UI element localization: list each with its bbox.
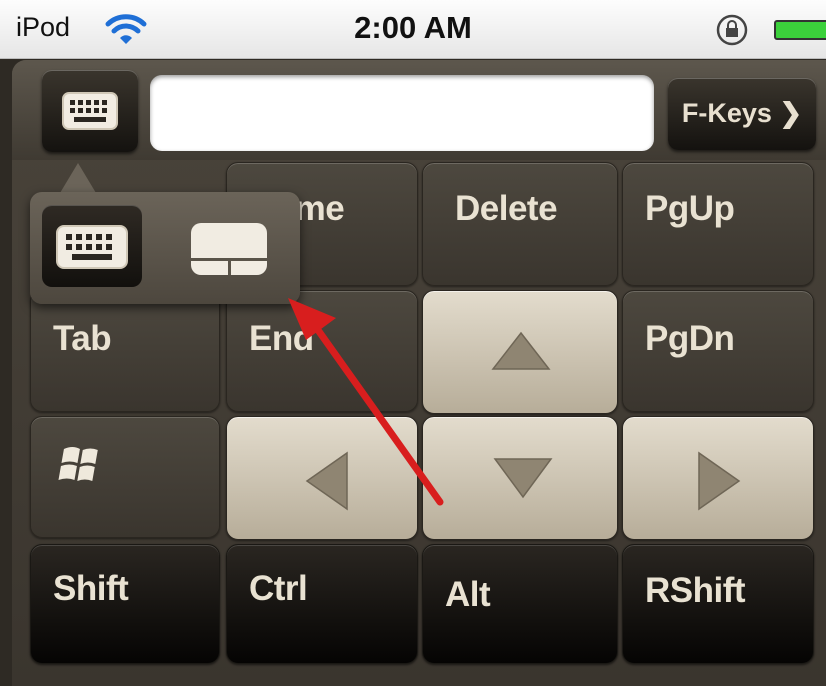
- status-bar: iPod 2:00 AM: [0, 0, 826, 59]
- pgdn-key-label: PgDn: [645, 319, 735, 358]
- keyboard-icon: [62, 92, 118, 130]
- fkeys-label: F-Keys ❯: [681, 98, 803, 128]
- down-arrow-key[interactable]: [422, 416, 618, 540]
- left-arrow-key[interactable]: [226, 416, 418, 540]
- rshift-key[interactable]: RShift: [622, 544, 814, 664]
- pgup-key-label: PgUp: [645, 189, 735, 228]
- end-key-label: End: [249, 319, 314, 358]
- keyboard-mode-button[interactable]: [42, 205, 142, 287]
- arrow-up-icon: [491, 331, 551, 370]
- battery-icon: [774, 20, 826, 40]
- keyboard-icon: [56, 225, 128, 269]
- ctrl-key-label: Ctrl: [249, 569, 308, 608]
- ctrl-key[interactable]: Ctrl: [226, 544, 418, 664]
- delete-key-label: Delete: [455, 189, 558, 228]
- tab-key-label: Tab: [53, 319, 112, 358]
- right-arrow-key[interactable]: [622, 416, 814, 540]
- alt-key-label: Alt: [445, 575, 491, 614]
- windows-logo-icon: [58, 447, 98, 481]
- up-arrow-key[interactable]: [422, 290, 618, 414]
- tab-key[interactable]: Tab: [30, 290, 220, 412]
- fkeys-button[interactable]: F-Keys ❯: [668, 78, 816, 150]
- device-screen: iPod 2:00 AM F-Keys ❯ Ho: [0, 0, 826, 686]
- arrow-down-icon: [493, 458, 553, 499]
- keyboard-toggle-button[interactable]: [42, 70, 138, 152]
- trackpad-icon: [191, 223, 267, 275]
- end-key[interactable]: End: [226, 290, 418, 412]
- rshift-key-label: RShift: [645, 571, 746, 610]
- windows-key[interactable]: [30, 416, 220, 538]
- pgup-key[interactable]: PgUp: [622, 162, 814, 286]
- popup-tail: [60, 163, 96, 193]
- delete-key[interactable]: Delete: [422, 162, 618, 286]
- shift-key-label: Shift: [53, 569, 129, 608]
- shift-key[interactable]: Shift: [30, 544, 220, 664]
- rotation-lock-icon: [716, 14, 748, 46]
- text-input[interactable]: [150, 75, 654, 151]
- trackpad-mode-button[interactable]: [178, 210, 278, 286]
- alt-key[interactable]: Alt: [422, 544, 618, 664]
- status-time: 2:00 AM: [354, 10, 472, 45]
- arrow-left-icon: [305, 451, 348, 511]
- pgdn-key[interactable]: PgDn: [622, 290, 814, 412]
- arrow-right-icon: [698, 451, 741, 511]
